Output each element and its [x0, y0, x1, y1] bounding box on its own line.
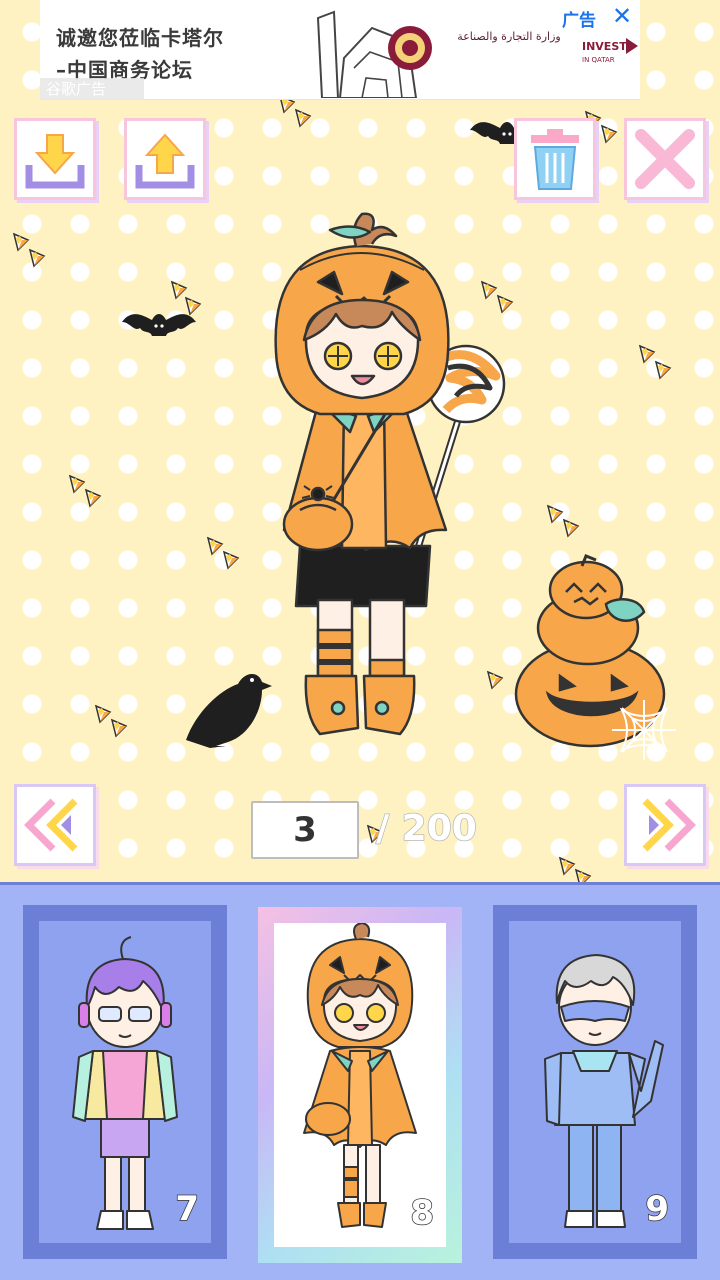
close-x-icon	[635, 129, 695, 189]
crow-decor	[186, 673, 272, 748]
dress-up-stage: 诚邀您莅临卡塔尔 –中国商务论坛 وزارة التجارة والصناعة …	[0, 0, 720, 882]
slot-number: 7	[175, 1188, 200, 1230]
slot-number: 8	[410, 1192, 435, 1234]
slot-frame: 8	[274, 923, 446, 1247]
next-page-button[interactable]	[624, 784, 706, 866]
trash-can-icon	[531, 129, 579, 190]
import-button[interactable]	[14, 118, 96, 200]
export-button[interactable]	[124, 118, 206, 200]
ministry-seal-logo	[388, 26, 432, 70]
pumpkin-stack-decor	[514, 554, 666, 748]
close-button[interactable]	[624, 118, 706, 200]
ad-close-icon[interactable]: ✕	[608, 2, 636, 30]
svg-text:IN QATAR: IN QATAR	[582, 56, 615, 64]
save-slot-panel: 7 8 9	[0, 882, 720, 1280]
double-chevron-right-icon	[642, 798, 696, 852]
invest-qatar-logo: INVEST IN QATAR	[582, 38, 638, 64]
halloween-scene	[13, 95, 676, 882]
save-slot-9[interactable]: 9	[493, 905, 697, 1259]
save-slot-7[interactable]: 7	[23, 905, 227, 1259]
upload-tray-icon	[135, 133, 195, 189]
slot-frame: 7	[39, 921, 211, 1243]
page-total-label: / 200	[375, 807, 477, 850]
previous-page-button[interactable]	[14, 784, 96, 866]
ad-choices-label[interactable]: 广告	[562, 6, 596, 31]
ministry-text: وزارة التجارة والصناعة	[457, 30, 561, 43]
double-chevron-left-icon	[24, 798, 78, 852]
slot-frame: 9	[509, 921, 681, 1243]
slot-number: 9	[645, 1188, 670, 1230]
cobweb-decor	[612, 700, 676, 760]
ad-headline: 诚邀您莅临卡塔尔 –中国商务论坛	[56, 26, 224, 82]
ad-sublabel: 谷歌广告	[40, 78, 144, 100]
download-tray-icon	[25, 134, 85, 189]
page-number-input[interactable]: 3	[251, 801, 359, 859]
svg-text:INVEST: INVEST	[582, 40, 627, 53]
save-slot-8-selected[interactable]: 8	[258, 907, 462, 1263]
pumpkin-hood-character-main	[274, 212, 506, 736]
delete-button[interactable]	[514, 118, 596, 200]
